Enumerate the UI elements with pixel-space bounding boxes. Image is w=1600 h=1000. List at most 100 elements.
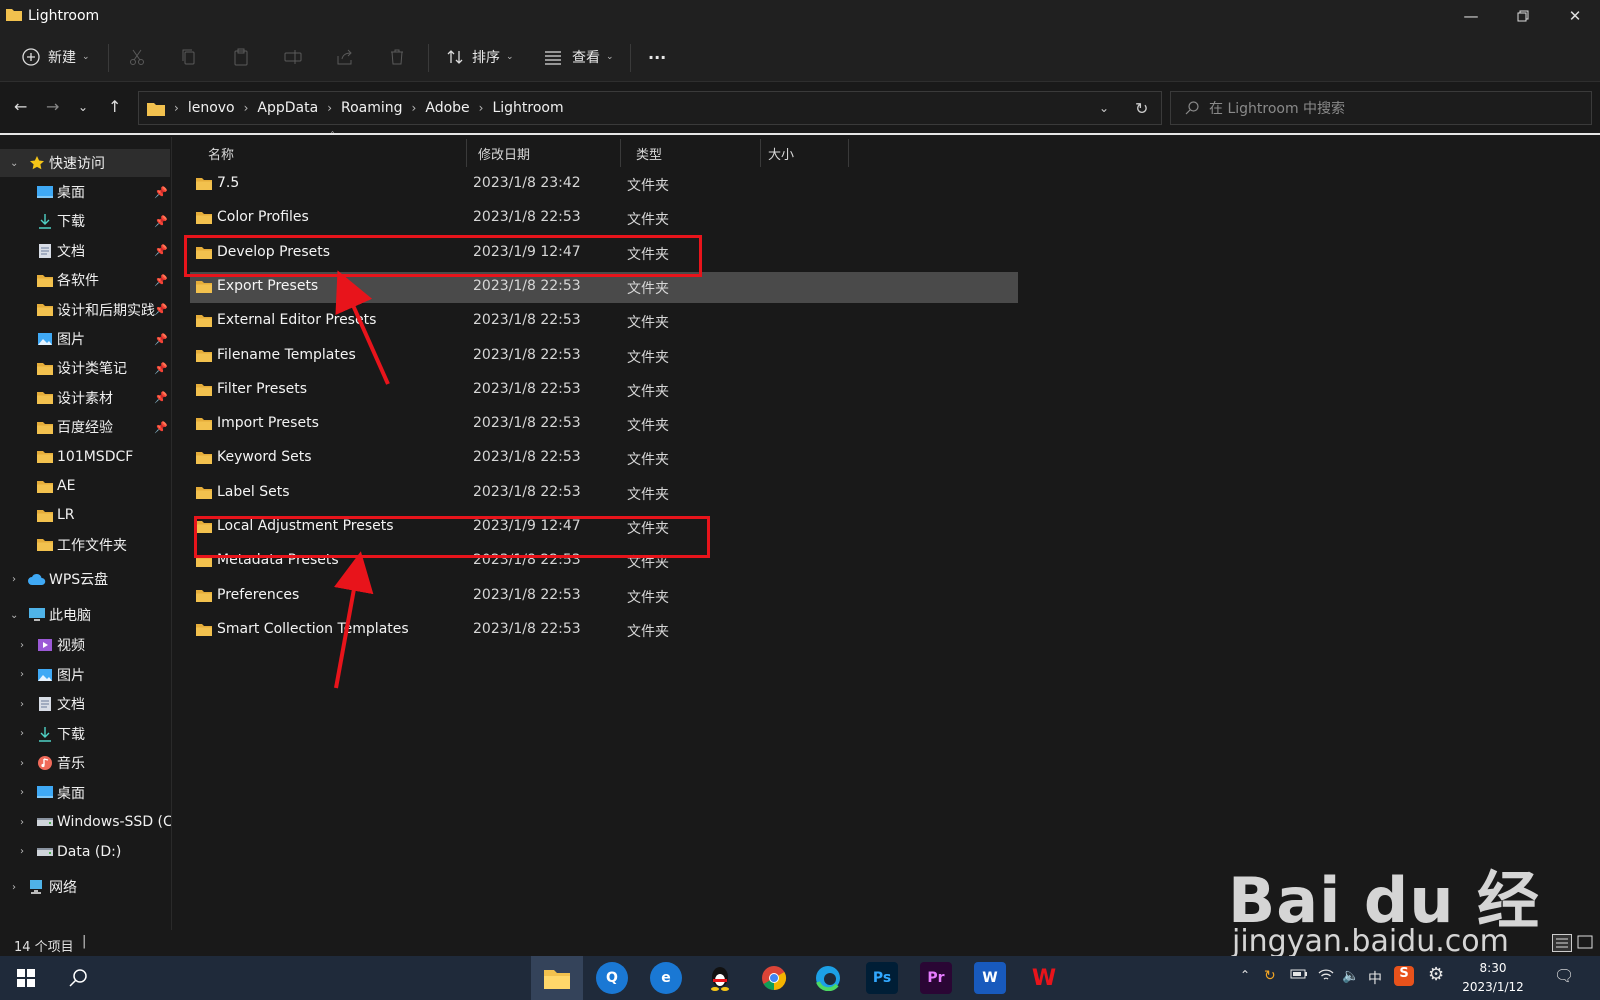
sidebar-item-quick[interactable]: 工作文件夹 [0,531,170,559]
taskbar-qq[interactable] [704,962,736,994]
sync-tray-icon[interactable]: ↻ [1264,968,1276,984]
breadcrumb-item[interactable]: Lightroom [492,100,563,116]
sidebar-item-quick[interactable]: LR [0,501,170,529]
taskbar-chrome[interactable] [758,962,790,994]
taskbar-premiere[interactable]: Pr [920,962,952,994]
taskbar-wps[interactable]: W [1028,962,1060,994]
sidebar-item-quick[interactable]: 101MSDCF [0,443,170,471]
taskbar-photoshop[interactable]: Ps [866,962,898,994]
sidebar-item-quick[interactable]: 文档 📌 [0,237,170,265]
table-row[interactable]: Label Sets 2023/1/8 22:53 文件夹 [190,478,1018,509]
sidebar-item-quick[interactable]: 各软件 📌 [0,266,170,294]
sidebar-item-quick[interactable]: 设计和后期实践 📌 [0,296,170,324]
pin-icon[interactable]: 📌 [154,391,168,404]
search-input[interactable]: 在 Lightroom 中搜索 [1209,98,1345,118]
share-button[interactable] [336,40,354,74]
table-row[interactable]: 7.5 2023/1/8 23:42 文件夹 [190,169,1018,200]
table-row[interactable]: Filename Templates 2023/1/8 22:53 文件夹 [190,341,1018,372]
delete-button[interactable] [388,40,406,74]
sidebar-item-network[interactable]: › 网络 [0,873,170,901]
sidebar-item-pc[interactable]: › Windows-SSD (C:) [0,808,171,836]
sidebar-item-wps[interactable]: › WPS云盘 [0,565,170,593]
sidebar-item-pc[interactable]: › 图片 [0,661,170,689]
table-row[interactable]: Color Profiles 2023/1/8 22:53 文件夹 [190,203,1018,234]
taskbar-word[interactable]: W [974,962,1006,994]
recent-locations-button[interactable]: ⌄ [78,100,88,114]
restore-button[interactable] [1498,0,1548,32]
ime-indicator[interactable]: 中 [1368,968,1382,988]
sort-button[interactable]: 排序 ⌄ [446,40,514,74]
breadcrumb-item[interactable]: Adobe [425,100,469,116]
sidebar-item-quick[interactable]: 百度经验 📌 [0,413,170,441]
sidebar-item-quick[interactable]: AE [0,472,170,500]
column-divider[interactable] [760,139,761,167]
sidebar-item-pc[interactable]: › 桌面 [0,779,170,807]
column-header-date[interactable]: 修改日期 [478,137,530,169]
table-row[interactable]: Keyword Sets 2023/1/8 22:53 文件夹 [190,443,1018,474]
address-bar[interactable]: › lenovo › AppData › Roaming › Adobe › L… [138,91,1162,125]
sidebar-item-quick[interactable]: 桌面 📌 [0,178,170,206]
up-button[interactable]: ↑ [108,97,121,116]
taskbar-app-q[interactable]: Q [596,962,628,994]
pin-icon[interactable]: 📌 [154,362,168,375]
show-hidden-icons-button[interactable]: ⌃ [1240,968,1250,982]
pin-icon[interactable]: 📌 [154,244,168,257]
settings-gear-icon[interactable]: ⚙ [1428,964,1444,985]
taskbar-file-explorer[interactable] [531,956,583,1000]
copy-button[interactable] [180,40,198,74]
cut-button[interactable] [128,40,146,74]
table-row[interactable]: Preferences 2023/1/8 22:53 文件夹 [190,581,1018,612]
table-row[interactable]: Filter Presets 2023/1/8 22:53 文件夹 [190,375,1018,406]
start-button[interactable] [10,962,42,994]
table-row[interactable]: Smart Collection Templates 2023/1/8 22:5… [190,615,1018,646]
new-button[interactable]: 新建 ⌄ [22,40,90,74]
taskbar-edge-legacy[interactable]: e [650,962,682,994]
more-button[interactable]: ··· [648,40,666,74]
rename-button[interactable] [284,40,302,74]
column-header-size[interactable]: 大小 [768,137,794,169]
address-history-button[interactable]: ⌄ [1099,101,1109,115]
sidebar-item-this-pc[interactable]: ⌄ 此电脑 [0,601,170,629]
sidebar-item-pc[interactable]: › 音乐 [0,749,170,777]
taskbar-edge[interactable] [812,962,844,994]
battery-icon[interactable] [1290,968,1308,984]
taskbar-search-button[interactable] [62,962,94,994]
pin-icon[interactable]: 📌 [154,274,168,287]
view-button[interactable]: 查看 ⌄ [544,40,614,74]
sidebar-item-quick[interactable]: 设计类笔记 📌 [0,354,170,382]
paste-button[interactable] [232,40,250,74]
breadcrumb-item[interactable]: AppData [257,100,318,116]
sidebar-item-quick[interactable]: 图片 📌 [0,325,170,353]
system-clock[interactable]: 8:30 2023/1/12 [1458,959,1528,997]
column-divider[interactable] [466,139,467,167]
refresh-button[interactable]: ↻ [1135,99,1148,118]
table-row[interactable]: External Editor Presets 2023/1/8 22:53 文… [190,306,1018,337]
volume-icon[interactable]: 🔈 [1342,968,1359,984]
breadcrumb-item[interactable]: lenovo [188,100,235,116]
minimize-button[interactable]: — [1446,0,1496,32]
column-divider[interactable] [848,139,849,167]
column-header-name[interactable]: 名称 [208,137,234,169]
notification-icon[interactable]: 🗨 [1554,966,1574,985]
breadcrumb-item[interactable]: Roaming [341,100,403,116]
pin-icon[interactable]: 📌 [154,215,168,228]
sidebar-item-pc[interactable]: › 文档 [0,690,170,718]
close-button[interactable]: ✕ [1550,0,1600,32]
search-box[interactable]: 在 Lightroom 中搜索 [1170,91,1592,125]
pin-icon[interactable]: 📌 [154,186,168,199]
sidebar-item-quick[interactable]: 设计素材 📌 [0,384,170,412]
back-button[interactable]: ← [14,97,27,116]
column-header-type[interactable]: 类型 [636,137,662,169]
sidebar-item-pc[interactable]: › Data (D:) [0,838,170,866]
sidebar-item-pc[interactable]: › 视频 [0,631,170,659]
sidebar-item-pc[interactable]: › 下载 [0,720,170,748]
sogou-ime-icon[interactable]: S [1394,966,1414,986]
sidebar-item-quick[interactable]: 下载 📌 [0,207,170,235]
column-divider[interactable] [620,139,621,167]
pin-icon[interactable]: 📌 [154,333,168,346]
forward-button[interactable]: → [46,97,59,116]
wifi-icon[interactable] [1318,968,1334,986]
pin-icon[interactable]: 📌 [154,303,168,316]
sidebar-item-quick-access[interactable]: ⌄ 快速访问 [0,149,170,177]
table-row[interactable]: Import Presets 2023/1/8 22:53 文件夹 [190,409,1018,440]
